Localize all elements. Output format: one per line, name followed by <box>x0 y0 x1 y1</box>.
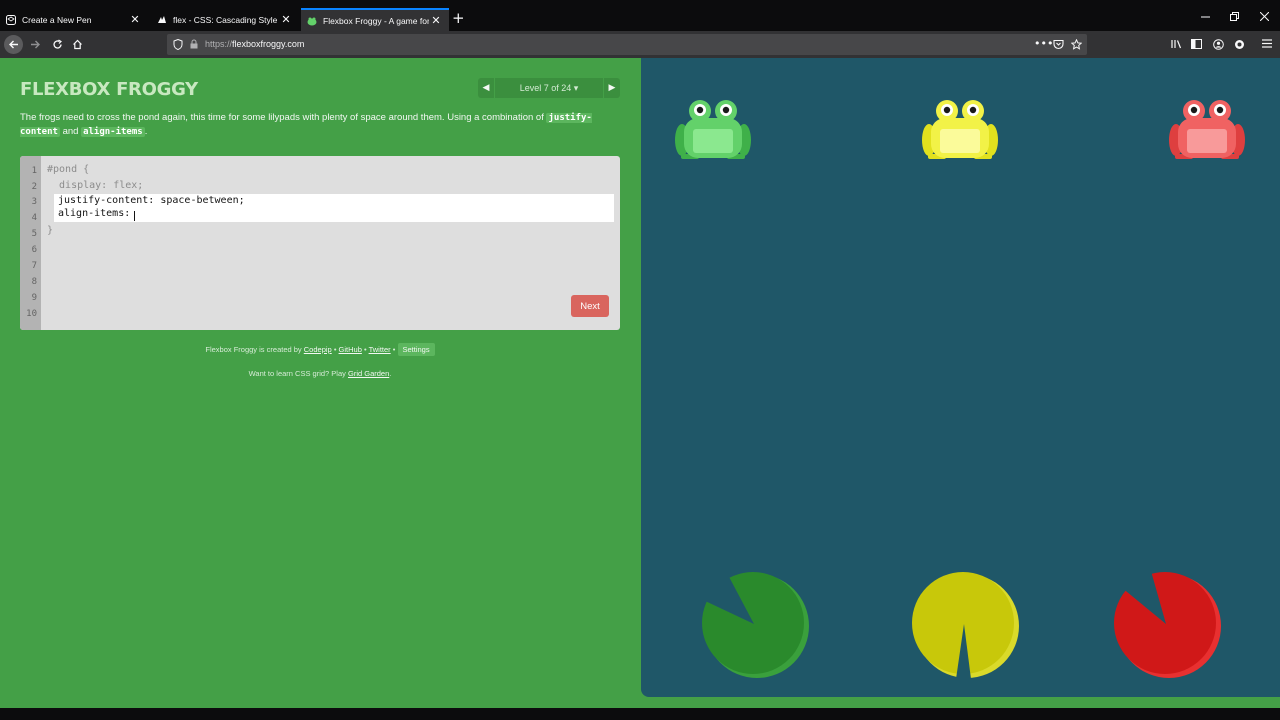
mdn-icon <box>157 15 167 25</box>
css-code-input[interactable]: justify-content: space-between; align-it… <box>54 194 614 222</box>
bullet-separator: • <box>363 345 367 354</box>
next-level-arrow-icon[interactable]: ▶ <box>603 78 620 98</box>
codepip-link[interactable]: Codepip <box>304 345 332 354</box>
line-number: 7 <box>31 261 37 271</box>
line-number: 10 <box>26 309 37 319</box>
text-caret <box>134 211 135 221</box>
settings-button[interactable]: Settings <box>397 343 435 356</box>
bullet-separator: • <box>392 345 396 354</box>
lilypad-icon <box>912 572 1019 678</box>
tracking-shield-icon[interactable] <box>173 38 183 53</box>
github-link[interactable]: GitHub <box>339 345 362 354</box>
url-host: flexboxfroggy.com <box>232 39 305 49</box>
close-tab-icon[interactable]: ✕ <box>429 14 443 27</box>
close-tab-icon[interactable]: ✕ <box>128 13 142 26</box>
instructions-period: . <box>144 126 148 137</box>
url-scheme: https:// <box>205 39 233 49</box>
lock-icon[interactable] <box>190 39 198 52</box>
next-level-button[interactable]: Next <box>571 295 609 317</box>
codepen-icon <box>6 14 16 25</box>
green-lilypad <box>699 569 809 679</box>
line-number: 9 <box>31 293 37 303</box>
bullet-separator: • <box>333 345 337 354</box>
code-input-line-1[interactable]: justify-content: space-between; <box>58 195 245 206</box>
new-tab-plus-icon[interactable]: + <box>452 11 465 26</box>
line-number: 3 <box>31 197 37 207</box>
line-number-gutter: 1 2 3 4 5 6 7 8 9 10 <box>20 156 41 330</box>
page-actions-icon[interactable]: ••• <box>1034 38 1053 49</box>
frog-favicon-icon <box>307 16 317 26</box>
tab-title: flex - CSS: Cascading Style Sheets <box>173 14 279 25</box>
line-number: 6 <box>31 245 37 255</box>
tab-flexbox-froggy[interactable]: Flexbox Froggy - A game for learning CSS… <box>301 8 449 31</box>
grid-garden-promo: Want to learn CSS grid? Play Grid Garden… <box>20 369 620 378</box>
credit-prefix: Flexbox Froggy is created by <box>205 345 302 354</box>
promo-text: Want to learn CSS grid? Play <box>248 369 346 378</box>
line-number: 2 <box>31 182 37 192</box>
hamburger-menu-icon[interactable] <box>1262 39 1272 51</box>
credits-line: Flexbox Froggy is created by Codepip • G… <box>20 343 620 356</box>
close-window-icon[interactable] <box>1259 11 1270 24</box>
red-frog <box>1169 100 1245 160</box>
flexbox-froggy-page: FLEXBOX FROGGY ◀ Level 7 of 24 ▾ ▶ The f… <box>0 58 1280 708</box>
line-number: 1 <box>31 166 37 176</box>
sidebar-icon[interactable] <box>1191 39 1202 52</box>
instructions-and: and <box>59 126 82 137</box>
level-instructions: The frogs need to cross the pond again, … <box>20 111 620 139</box>
forward-arrow-icon[interactable] <box>26 35 45 54</box>
code-display-line: display: flex; <box>47 180 144 191</box>
level-indicator[interactable]: Level 7 of 24 ▾ <box>496 83 602 94</box>
frog-icon <box>922 100 998 159</box>
instructions-text: The frogs need to cross the pond again, … <box>20 112 547 123</box>
promo-period: . <box>389 369 392 378</box>
red-lilypad <box>1111 569 1221 679</box>
restore-icon[interactable] <box>1230 12 1239 24</box>
navigation-toolbar: https://flexboxfroggy.com ••• <box>0 31 1280 58</box>
bookmark-star-icon[interactable] <box>1070 38 1083 53</box>
frog-icon <box>675 100 751 159</box>
code-selector-line: #pond { <box>47 164 90 175</box>
level-navigator: ◀ Level 7 of 24 ▾ ▶ <box>478 78 620 98</box>
minimize-icon[interactable] <box>1201 12 1210 24</box>
yellow-frog <box>922 100 998 160</box>
grid-garden-link[interactable]: Grid Garden <box>348 369 389 378</box>
pond-board <box>641 58 1280 697</box>
twitter-link[interactable]: Twitter <box>369 345 391 354</box>
tab-bar: Create a New Pen ✕ flex - CSS: Cascading… <box>0 0 1280 31</box>
extension-icon[interactable] <box>1234 39 1245 53</box>
line-number: 5 <box>31 229 37 239</box>
code-term-align-items[interactable]: align-items <box>81 127 145 137</box>
tab-title: Flexbox Froggy - A game for learning CSS… <box>323 15 429 26</box>
library-icon[interactable] <box>1171 39 1182 52</box>
pocket-icon[interactable] <box>1053 39 1064 53</box>
tab-create-new-pen[interactable]: Create a New Pen ✕ <box>0 8 148 31</box>
account-icon[interactable] <box>1213 39 1224 53</box>
lilypad-icon <box>702 572 809 678</box>
line-number: 4 <box>31 213 37 223</box>
back-arrow-icon[interactable] <box>4 35 23 54</box>
yellow-lilypad <box>909 569 1019 679</box>
tab-title: Create a New Pen <box>22 14 92 25</box>
green-frog <box>675 100 751 160</box>
line-number: 8 <box>31 277 37 287</box>
reload-icon[interactable] <box>48 35 67 54</box>
code-closing-brace: } <box>47 225 54 236</box>
lilypad-icon <box>1114 572 1221 678</box>
home-icon[interactable] <box>68 35 87 54</box>
close-tab-icon[interactable]: ✕ <box>279 13 293 26</box>
taskbar-strip <box>0 708 1280 720</box>
previous-level-arrow-icon[interactable]: ◀ <box>478 78 495 98</box>
css-editor: 1 2 3 4 5 6 7 8 9 10 #pond { display: fl… <box>20 156 620 330</box>
tab-mdn-flex[interactable]: flex - CSS: Cascading Style Sheets ✕ <box>151 8 299 31</box>
code-input-line-2[interactable]: align-items: <box>58 208 130 219</box>
url-text: https://flexboxfroggy.com <box>205 39 304 49</box>
address-bar[interactable]: https://flexboxfroggy.com ••• <box>167 34 1087 55</box>
frog-icon <box>1169 100 1245 159</box>
game-logo: FLEXBOX FROGGY <box>20 79 198 100</box>
